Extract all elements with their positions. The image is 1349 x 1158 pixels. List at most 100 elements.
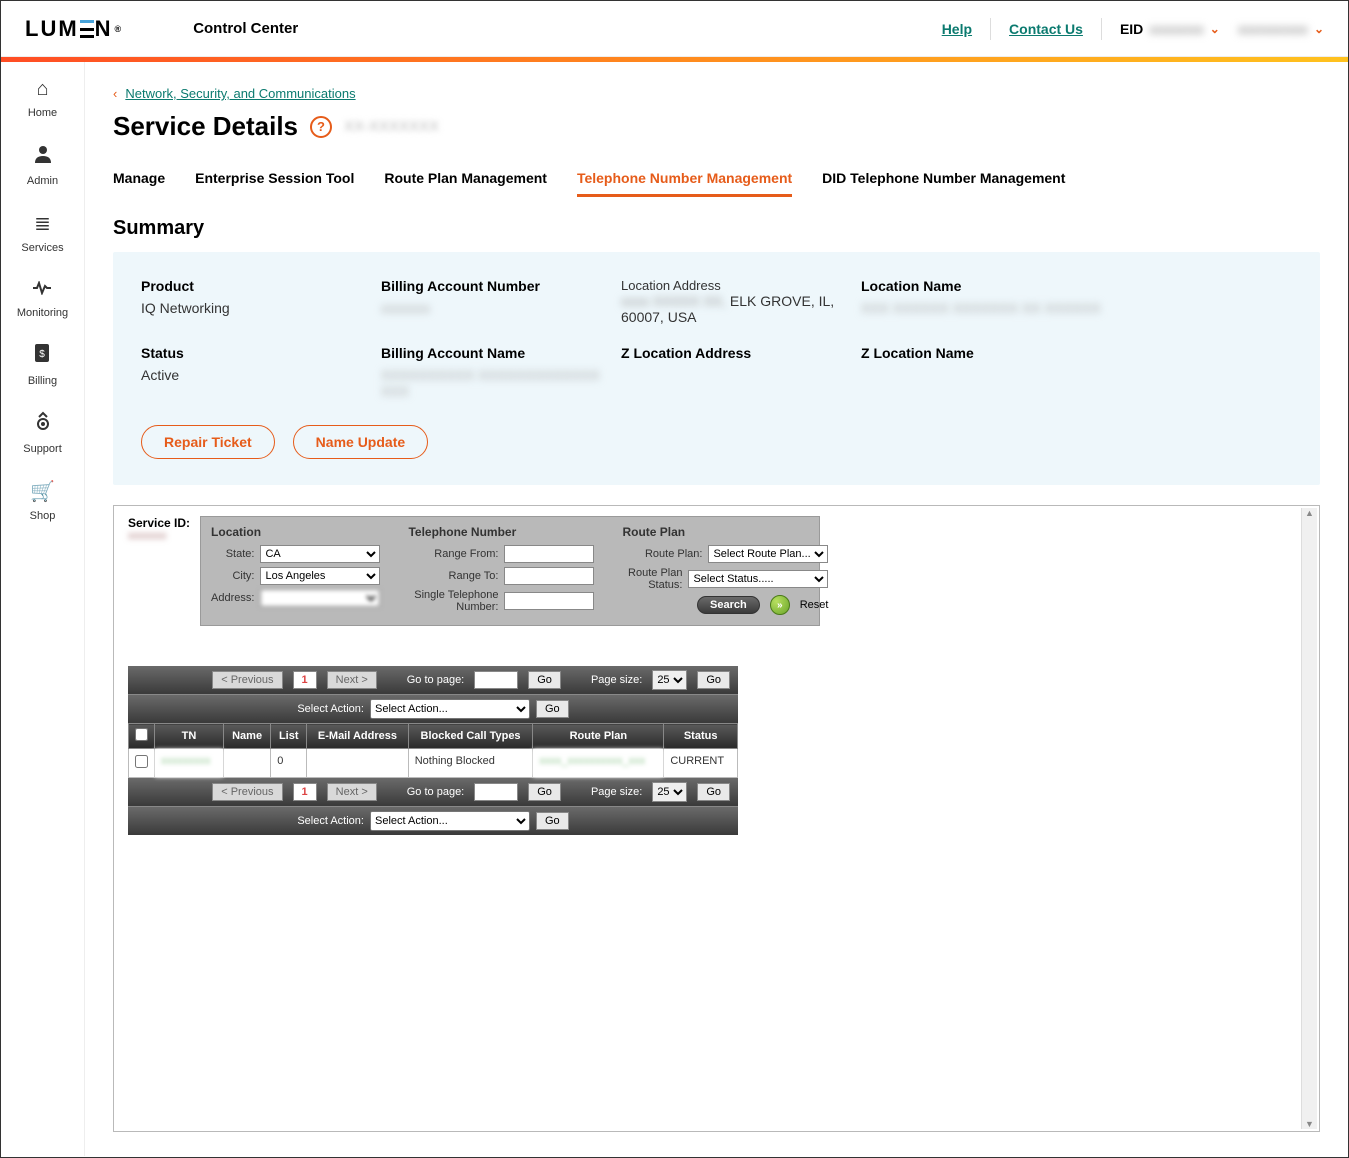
results-table: TN Name List E-Mail Address Blocked Call… [128,723,738,778]
svg-text:$: $ [40,349,46,360]
contact-link[interactable]: Contact Us [1009,21,1083,37]
app-title: Control Center [193,20,298,37]
sidebar-item-support[interactable]: Support [23,411,62,455]
search-button[interactable]: Search [697,596,760,614]
range-to-input[interactable] [504,567,594,585]
topbar: LUMN® Control Center Help Contact Us EID… [1,1,1348,57]
sidebar-item-home[interactable]: ⌂Home [28,78,57,119]
separator [1101,18,1102,40]
tab-enterprise-session-tool[interactable]: Enterprise Session Tool [195,170,354,197]
prev-button[interactable]: < Previous [212,671,282,689]
eid-dropdown[interactable]: EID xxxxxxx ⌄ [1120,21,1220,37]
help-icon[interactable]: ? [310,116,332,138]
select-action-dropdown-bottom[interactable]: Select Action... [370,811,530,831]
tn-heading: Telephone Number [408,525,594,539]
pager-top: < Previous 1 Next > Go to page: Go Page … [128,666,738,694]
reset-link[interactable]: Reset [800,599,829,611]
invoice-icon: $ [33,343,51,369]
service-id-value: XX-XXXXXXX [344,118,439,135]
goto-page-input[interactable] [474,671,518,689]
loc-name-value: XXX XXXXXX XXXXXXX XX XXXXXX [861,300,1101,316]
action-go-button[interactable]: Go [536,700,569,718]
help-link[interactable]: Help [942,21,972,37]
current-page-bottom: 1 [293,783,317,801]
sidebar-item-admin[interactable]: Admin [27,143,58,187]
cell-email [307,749,409,778]
page-size-select-bottom[interactable]: 25 [652,782,687,802]
state-select[interactable]: CA [260,545,380,563]
back-icon[interactable]: ‹ [113,86,117,101]
status-value: Active [141,367,381,383]
pager-bottom: < Previous 1 Next > Go to page: Go Page … [128,778,738,806]
page-size-select[interactable]: 25 [652,670,687,690]
col-blocked: Blocked Call Types [408,724,533,749]
user-dropdown[interactable]: xxxxxxxxx ⌄ [1238,21,1324,37]
location-heading: Location [211,525,380,539]
inner-service-id-value: xxxxxxx [128,530,190,542]
cell-tn: xxxxxxxxx [155,749,224,778]
action-go-button-bottom[interactable]: Go [536,812,569,830]
pulse-icon [32,278,52,301]
rp-heading: Route Plan [622,525,828,539]
repair-ticket-button[interactable]: Repair Ticket [141,425,275,459]
scrollbar[interactable]: ▲ ▼ [1301,508,1317,1129]
z-loc-name-label: Z Location Name [861,345,1101,361]
goto-go-button[interactable]: Go [528,671,561,689]
ban-name-label: Billing Account Name [381,345,621,361]
page-size-go-button[interactable]: Go [697,671,730,689]
filter-panel: Location State:CA City:Los Angeles Addre… [200,516,820,626]
gear-icon [33,411,53,437]
summary-box: Product IQ Networking Billing Account Nu… [113,252,1320,485]
results-area: < Previous 1 Next > Go to page: Go Page … [128,666,738,835]
scroll-down-icon[interactable]: ▼ [1305,1119,1314,1129]
cart-icon: 🛒 [30,479,55,504]
route-plan-select[interactable]: Select Route Plan..... [708,545,828,563]
tab-telephone-number-management[interactable]: Telephone Number Management [577,170,792,197]
range-from-input[interactable] [504,545,594,563]
row-checkbox[interactable] [135,755,148,768]
tab-route-plan-management[interactable]: Route Plan Management [384,170,547,197]
select-all-checkbox[interactable] [135,728,148,741]
route-plan-status-select[interactable]: Select Status..... [688,570,828,588]
col-email: E-Mail Address [307,724,409,749]
address-select[interactable] [260,589,380,607]
topbar-right: Help Contact Us EID xxxxxxx ⌄ xxxxxxxxx … [942,18,1324,40]
go-icon[interactable]: » [770,595,790,615]
cell-name [223,749,270,778]
tab-bar: Manage Enterprise Session Tool Route Pla… [113,170,1320,197]
goto-go-button-bottom[interactable]: Go [528,783,561,801]
tab-manage[interactable]: Manage [113,170,165,197]
breadcrumb-link[interactable]: Network, Security, and Communications [125,86,355,101]
col-tn: TN [155,724,224,749]
ban-label: Billing Account Number [381,278,621,294]
inner-service-id-label: Service ID: [128,516,190,530]
summary-heading: Summary [113,217,1320,240]
sidebar: ⌂Home Admin ≣Services Monitoring $Billin… [1,62,85,1156]
scroll-up-icon[interactable]: ▲ [1305,508,1314,518]
product-value: IQ Networking [141,300,381,316]
city-select[interactable]: Los Angeles [260,567,380,585]
action-bar-bottom: Select Action: Select Action... Go [128,806,738,835]
prev-button-bottom[interactable]: < Previous [212,783,282,801]
page-size-go-button-bottom[interactable]: Go [697,783,730,801]
main-content: ‹ Network, Security, and Communications … [85,62,1348,1156]
sidebar-item-shop[interactable]: 🛒Shop [30,479,56,522]
table-row: xxxxxxxxx 0 Nothing Blocked xxxx_xxxxxxx… [129,749,738,778]
z-loc-addr-label: Z Location Address [621,345,861,361]
user-icon [33,143,53,169]
name-update-button[interactable]: Name Update [293,425,428,459]
sidebar-item-monitoring[interactable]: Monitoring [17,278,68,319]
sidebar-item-services[interactable]: ≣Services [21,211,63,254]
embedded-frame: ▲ ▼ Service ID: xxxxxxx Location State:C… [113,505,1320,1132]
select-action-dropdown[interactable]: Select Action... [370,699,530,719]
next-button-bottom[interactable]: Next > [327,783,377,801]
goto-page-input-bottom[interactable] [474,783,518,801]
lumen-logo: LUMN® [25,16,123,42]
ban-value: xxxxxxx [381,300,621,316]
single-tn-input[interactable] [504,592,594,610]
action-bar-top: Select Action: Select Action... Go [128,694,738,723]
tab-did-telephone-number-management[interactable]: DID Telephone Number Management [822,170,1065,197]
sidebar-item-billing[interactable]: $Billing [28,343,57,387]
next-button[interactable]: Next > [327,671,377,689]
chevron-down-icon: ⌄ [1210,22,1220,36]
